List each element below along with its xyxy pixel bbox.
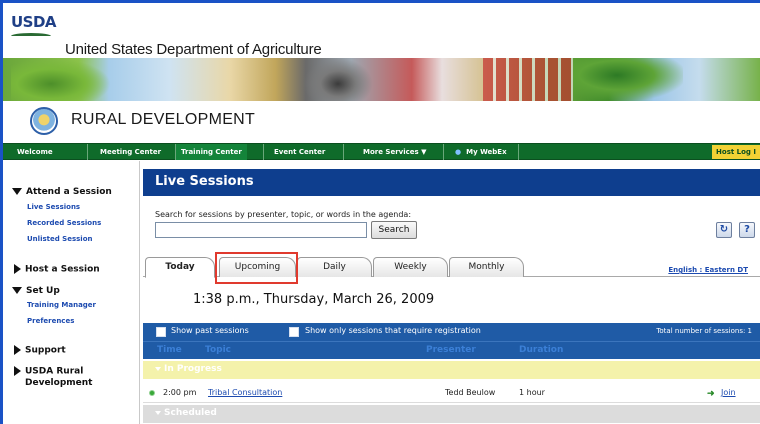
main-content: Live Sessions Search for sessions by pre… [143, 161, 760, 424]
help-icon[interactable]: ? [739, 222, 755, 238]
tab-upcoming[interactable]: Upcoming [219, 257, 296, 277]
expanded-arrow-icon [12, 287, 22, 294]
nav-training-center[interactable]: Training Center [176, 144, 247, 160]
session-duration: 1 hour [519, 388, 545, 397]
tab-today[interactable]: Today [145, 257, 215, 278]
sidebar-section-label: Attend a Session [26, 187, 112, 197]
nav-meeting-center[interactable]: Meeting Center [100, 144, 161, 160]
sidebar-section-support[interactable]: Support [12, 345, 66, 356]
sidebar-section-usda-rural-development[interactable]: USDA Rural [12, 366, 83, 377]
session-topic-link[interactable]: Tribal Consultation [208, 388, 282, 397]
language-timezone-link[interactable]: English : Eastern DT [668, 266, 748, 274]
usda-header: USDA United States Department of Agricul… [3, 3, 760, 58]
banner-leaves-image [11, 58, 111, 101]
refresh-icon[interactable]: ↻ [716, 222, 732, 238]
in-progress-status-icon [149, 390, 155, 396]
session-time: 2:00 pm [163, 388, 197, 397]
sidebar-item-preferences[interactable]: Preferences [27, 317, 74, 325]
page-title-bar: Live Sessions [143, 169, 760, 196]
page-title: Live Sessions [155, 174, 254, 189]
nav-divider [263, 144, 264, 160]
column-header-topic[interactable]: Topic [205, 345, 231, 355]
rd-title: RURAL DEVELOPMENT [71, 111, 256, 128]
column-header-duration[interactable]: Duration [519, 345, 563, 355]
banner-field-image [573, 58, 683, 101]
sidebar-section-attend[interactable]: Attend a Session [12, 187, 112, 197]
usda-logo-hill-icon [11, 33, 51, 39]
expand-triangle-icon [155, 366, 161, 371]
usda-logo-text: USDA [11, 13, 57, 31]
expand-triangle-icon [155, 410, 161, 415]
nav-my-webex[interactable]: ● My WebEx [455, 144, 507, 160]
show-past-checkbox[interactable] [156, 327, 166, 337]
photo-banner [3, 58, 760, 101]
column-header-time[interactable]: Time [157, 345, 182, 355]
options-bar: Show past sessions Show only sessions th… [143, 323, 760, 341]
banner-market-image [483, 58, 573, 101]
scheduled-label: Scheduled [155, 408, 217, 418]
rural-development-logo-icon [30, 107, 58, 135]
session-row: 2:00 pm Tribal Consultation Tedd Beulow … [143, 383, 760, 403]
webex-globe-icon: ● [455, 148, 462, 156]
sidebar-item-training-manager[interactable]: Training Manager [27, 301, 96, 309]
left-sidebar: Attend a Session Live Sessions Recorded … [3, 161, 140, 424]
tab-weekly[interactable]: Weekly [373, 257, 448, 277]
total-sessions-count: Total number of sessions: 1 [656, 327, 752, 335]
sidebar-section-label: USDA Rural [25, 366, 84, 377]
nav-event-center[interactable]: Event Center [274, 144, 325, 160]
collapsed-arrow-icon [14, 366, 21, 376]
scheduled-text: Scheduled [164, 408, 217, 418]
banner-bicycle-image [303, 58, 373, 101]
in-progress-group-header[interactable]: In Progress [143, 361, 760, 379]
in-progress-text: In Progress [164, 364, 222, 374]
search-button[interactable]: Search [371, 221, 417, 239]
usda-logo: USDA [11, 13, 57, 43]
sidebar-section-setup[interactable]: Set Up [12, 286, 60, 296]
show-registration-checkbox[interactable] [289, 327, 299, 337]
search-label: Search for sessions by presenter, topic,… [155, 210, 412, 219]
sidebar-section-host[interactable]: Host a Session [12, 264, 100, 275]
sidebar-item-unlisted-session[interactable]: Unlisted Session [27, 235, 93, 243]
agency-name: United States Department of Agriculture [65, 41, 322, 58]
host-log-in-button[interactable]: Host Log I [712, 145, 760, 159]
nav-divider [443, 144, 444, 160]
column-header-presenter[interactable]: Presenter [426, 345, 476, 355]
rd-header: RURAL DEVELOPMENT [3, 101, 760, 139]
collapsed-arrow-icon [14, 264, 21, 274]
top-nav: Welcome Meeting Center Training Center E… [3, 143, 760, 160]
sidebar-item-recorded-sessions[interactable]: Recorded Sessions [27, 219, 101, 227]
tab-monthly[interactable]: Monthly [449, 257, 524, 277]
show-past-label: Show past sessions [171, 326, 249, 335]
collapsed-arrow-icon [14, 345, 21, 355]
nav-more-services[interactable]: More Services ▼ [363, 144, 427, 160]
current-datetime: 1:38 p.m., Thursday, March 26, 2009 [193, 292, 435, 307]
scheduled-group-header[interactable]: Scheduled [143, 405, 760, 423]
nav-welcome[interactable]: Welcome [17, 144, 53, 160]
nav-divider [343, 144, 344, 160]
in-progress-label: In Progress [155, 364, 222, 374]
tab-daily[interactable]: Daily [297, 257, 372, 277]
browser-frame: USDA United States Department of Agricul… [0, 0, 760, 424]
sidebar-section-label: Set Up [26, 286, 60, 296]
nav-divider [518, 144, 519, 160]
sidebar-section-label-line2: Development [25, 378, 93, 388]
expanded-arrow-icon [12, 188, 22, 195]
column-header-bar: Time Topic Presenter Duration [143, 341, 760, 359]
show-registration-label: Show only sessions that require registra… [305, 326, 481, 335]
session-presenter: Tedd Beulow [445, 388, 496, 397]
search-input[interactable] [155, 222, 367, 238]
sidebar-item-live-sessions[interactable]: Live Sessions [27, 203, 80, 211]
sidebar-section-label: Host a Session [25, 264, 100, 275]
nav-my-webex-label: My WebEx [466, 148, 507, 156]
join-link[interactable]: Join [721, 388, 736, 397]
sidebar-section-label: Support [25, 345, 66, 356]
join-arrow-icon: ➜ [707, 388, 715, 398]
nav-divider [87, 144, 88, 160]
